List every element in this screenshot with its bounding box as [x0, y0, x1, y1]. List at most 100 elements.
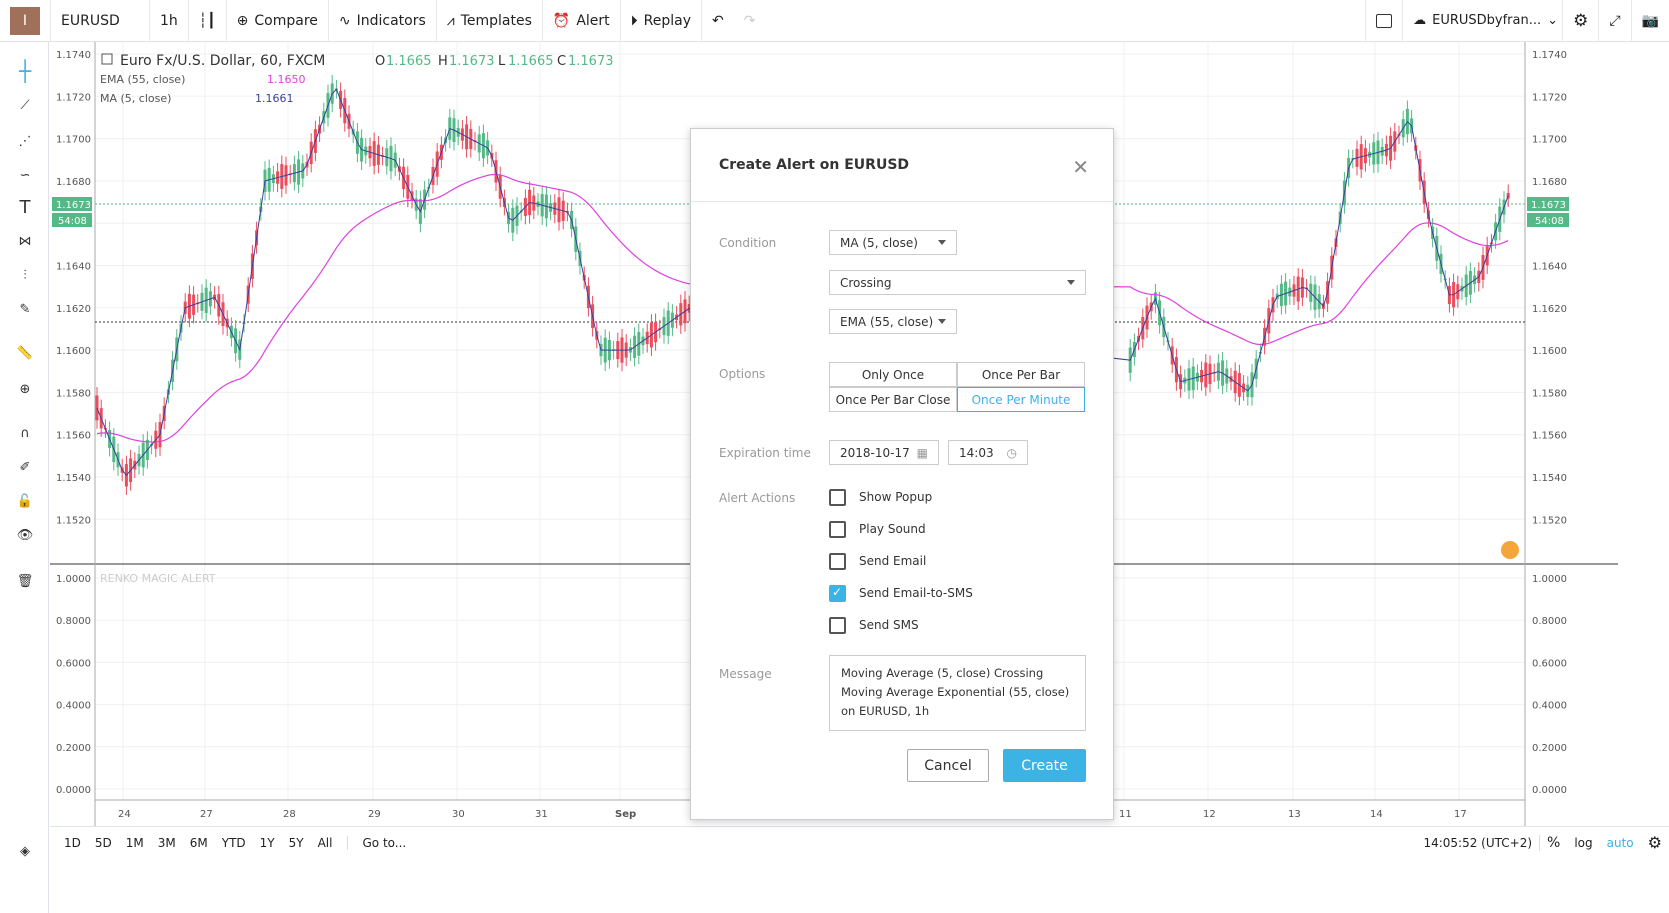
sub-tick: 0.6000 — [1532, 658, 1567, 669]
create-button[interactable]: Create — [1003, 749, 1086, 782]
range-3m[interactable]: 3M — [151, 836, 183, 850]
action-checkbox[interactable]: ✓ — [829, 585, 846, 602]
sub-tick: 0.6000 — [56, 658, 91, 669]
layout-selector[interactable]: ☁ EURUSDbyfran... ⌄ — [1403, 0, 1564, 42]
sub-tick: 0.2000 — [56, 743, 91, 754]
redo-button[interactable]: ↷ — [734, 0, 766, 42]
price-tick: 1.1720 — [56, 92, 91, 103]
action-label: Show Popup — [859, 490, 933, 504]
right-countdown-text: 54:08 — [1535, 216, 1564, 227]
clock-icon: ◷ — [1006, 445, 1017, 460]
fullscreen-button[interactable]: ⤢ — [1599, 0, 1632, 42]
action-checkbox[interactable] — [829, 617, 846, 634]
price-tick: 1.1700 — [56, 135, 91, 146]
lock-icon[interactable]: 🔓 — [12, 488, 38, 514]
action-checkbox[interactable] — [829, 521, 846, 538]
options-label: Options — [719, 367, 766, 381]
condition-source-select[interactable]: MA (5, close) — [829, 230, 957, 255]
log-toggle[interactable]: log — [1567, 836, 1599, 850]
user-avatar[interactable]: I — [10, 6, 40, 35]
layers-icon[interactable]: ◈ — [12, 838, 38, 864]
option-once-per-minute[interactable]: Once Per Minute — [957, 387, 1085, 412]
square-icon — [1376, 13, 1393, 28]
prediction-icon[interactable]: ⫶ — [12, 262, 38, 288]
range-5d[interactable]: 5D — [88, 836, 119, 850]
range-1y[interactable]: 1Y — [253, 836, 282, 850]
message-label: Message — [719, 667, 772, 681]
option-once-per-bar-close[interactable]: Once Per Bar Close — [829, 387, 957, 412]
svg-text:C: C — [557, 54, 566, 69]
crosshair-icon[interactable]: ┼ — [12, 58, 38, 84]
svg-text:O: O — [375, 54, 385, 69]
ruler-icon[interactable]: 📏 — [12, 340, 38, 366]
sub-tick: 0.8000 — [56, 616, 91, 627]
interval-button[interactable]: 1h — [150, 0, 189, 42]
percent-toggle[interactable]: % — [1539, 834, 1567, 851]
cloud-icon: ☁ — [1413, 13, 1427, 28]
chart-style-button[interactable]: ┆┃ — [189, 0, 227, 42]
gear-icon: ⚙ — [1647, 833, 1662, 852]
magnet-icon[interactable]: ∩ — [12, 420, 38, 446]
time-tick: 31 — [535, 809, 548, 820]
dialog-title: Create Alert on EURUSD — [719, 157, 910, 173]
replay-button[interactable]: ⏵ Replay — [621, 0, 703, 42]
expiration-date-input[interactable]: 2018-10-17 ▦ — [829, 440, 939, 465]
option-once-per-bar[interactable]: Once Per Bar — [957, 362, 1085, 387]
price-tick: 1.1580 — [1532, 388, 1567, 399]
option-only-once[interactable]: Only Once — [829, 362, 957, 387]
chart-settings-button[interactable]: ⚙ — [1641, 833, 1669, 852]
zoom-in-icon[interactable]: ⊕ — [12, 376, 38, 402]
price-tick: 1.1640 — [56, 262, 91, 273]
expiration-time-input[interactable]: 14:03 ◷ — [948, 440, 1028, 465]
close-icon[interactable]: ✕ — [1072, 155, 1089, 179]
range-1m[interactable]: 1M — [119, 836, 151, 850]
sub-tick: 0.2000 — [1532, 743, 1567, 754]
pattern-icon[interactable]: ⋈ — [12, 228, 38, 254]
action-checkbox[interactable] — [829, 489, 846, 506]
time-tick: 24 — [118, 809, 131, 820]
text-icon[interactable]: T — [12, 194, 38, 220]
range-1d[interactable]: 1D — [57, 836, 88, 850]
trend-line-icon[interactable]: ⟋ — [12, 92, 38, 118]
expiration-label: Expiration time — [719, 446, 811, 460]
templates-button[interactable]: ⩘ Templates — [437, 0, 543, 42]
condition-operator-select[interactable]: Crossing — [829, 270, 1086, 295]
goto-button[interactable]: Go to... — [347, 835, 413, 850]
edit-icon[interactable]: ✎ — [12, 296, 38, 322]
cancel-button[interactable]: Cancel — [907, 749, 989, 782]
pitchfork-icon[interactable]: ⋰ — [12, 128, 38, 154]
price-tick: 1.1720 — [1532, 92, 1567, 103]
condition-target-select[interactable]: EMA (55, close) — [829, 309, 957, 334]
range-all[interactable]: All — [311, 836, 340, 850]
gear-icon: ⚙ — [1573, 10, 1589, 31]
action-checkbox[interactable] — [829, 553, 846, 570]
range-6m[interactable]: 6M — [183, 836, 215, 850]
brush-icon[interactable]: ∽ — [12, 162, 38, 188]
undo-button[interactable]: ↶ — [702, 0, 734, 42]
message-textarea[interactable]: Moving Average (5, close) Crossing Movin… — [829, 655, 1086, 731]
left-countdown-text: 54:08 — [58, 216, 87, 227]
action-label: Send SMS — [859, 618, 919, 632]
compare-button[interactable]: ⊕ Compare — [227, 0, 329, 42]
range-ytd[interactable]: YTD — [215, 836, 253, 850]
eye-icon[interactable]: 👁 — [12, 522, 38, 548]
screenshot-button[interactable]: 📷 — [1632, 0, 1669, 42]
candles-icon: ┆┃ — [198, 12, 216, 29]
price-tick: 1.1700 — [1532, 135, 1567, 146]
lock-drawing-icon[interactable]: ✐ — [12, 454, 38, 480]
indicators-button[interactable]: ∿ Indicators — [329, 0, 437, 42]
sub-tick: 0.0000 — [1532, 785, 1567, 796]
settings-button[interactable]: ⚙ — [1563, 0, 1600, 42]
legend-high: 1.1673 — [449, 54, 495, 69]
calendar-icon: ▦ — [916, 445, 928, 460]
price-tick: 1.1540 — [56, 473, 91, 484]
price-tick: 1.1520 — [1532, 515, 1567, 526]
auto-toggle[interactable]: auto — [1600, 836, 1641, 850]
clock[interactable]: 14:05:52 (UTC+2) — [1416, 836, 1539, 850]
alert-button[interactable]: ⏰ Alert — [543, 0, 621, 42]
fullscreen-layout-button[interactable] — [1365, 0, 1404, 42]
range-5y[interactable]: 5Y — [282, 836, 311, 850]
symbol-search[interactable]: EURUSD — [50, 0, 150, 42]
action-label: Send Email — [859, 554, 927, 568]
trash-icon[interactable]: 🗑 — [12, 568, 38, 594]
